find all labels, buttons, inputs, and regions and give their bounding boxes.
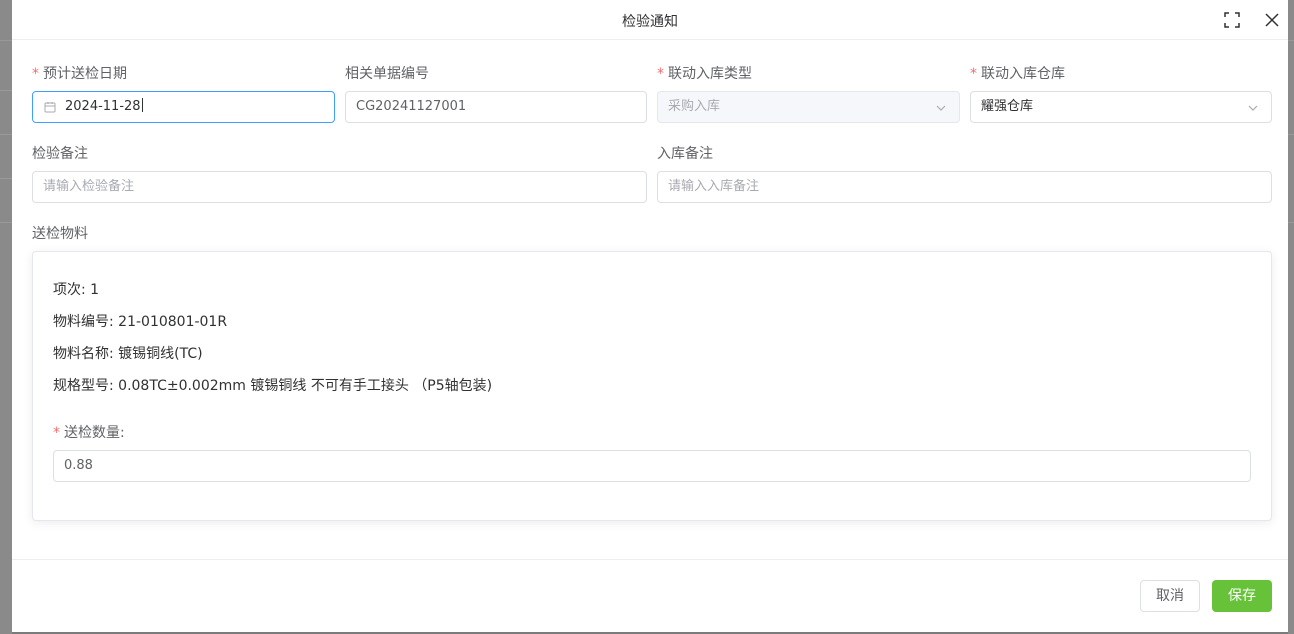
background-divider xyxy=(0,134,12,135)
inbound-warehouse-select[interactable]: 耀强仓库 xyxy=(970,91,1272,123)
related-doc-no-input[interactable]: CG20241127001 xyxy=(345,91,647,123)
cancel-button[interactable]: 取消 xyxy=(1140,580,1200,612)
required-mark: * xyxy=(32,66,39,82)
close-icon[interactable] xyxy=(1263,11,1281,29)
dialog-header: 检验通知 xyxy=(12,0,1288,40)
material-name: 物料名称: 镀锡铜线(TC) xyxy=(53,346,203,362)
background-divider xyxy=(1288,134,1294,135)
material-card: 项次: 1 物料编号: 21-010801-01R 物料名称: 镀锡铜线(TC)… xyxy=(32,251,1272,521)
inspection-remark-input[interactable]: 请输入检验备注 xyxy=(32,171,647,203)
inspection-notice-dialog: 检验通知 * 预计送检日期 2024-11-28 相关单据编号 CG2024112… xyxy=(12,0,1288,632)
background-divider xyxy=(0,40,12,41)
materials-section-label: 送检物料 xyxy=(32,226,88,242)
inbound-warehouse-value: 耀强仓库 xyxy=(981,99,1034,114)
inbound-type-select: 采购入库 xyxy=(657,91,960,123)
inbound-remark-label: 入库备注 xyxy=(657,146,713,162)
background-page-right xyxy=(1288,0,1294,634)
inbound-warehouse-label: * 联动入库仓库 xyxy=(970,66,1065,82)
required-mark: * xyxy=(970,66,977,82)
inspection-qty-label: * 送检数量: xyxy=(53,425,125,441)
dialog-title: 检验通知 xyxy=(622,14,678,30)
background-divider xyxy=(1288,222,1294,223)
inbound-type-value: 采购入库 xyxy=(668,99,721,114)
inspection-remark-placeholder: 请输入检验备注 xyxy=(43,179,135,194)
footer-divider xyxy=(12,559,1288,560)
text-caret xyxy=(141,98,143,112)
chevron-down-icon xyxy=(1247,102,1259,114)
required-mark: * xyxy=(657,66,664,82)
inbound-type-label: * 联动入库类型 xyxy=(657,66,752,82)
inspection-qty-input[interactable]: 0.88 xyxy=(53,450,1251,482)
expected-date-label: * 预计送检日期 xyxy=(32,66,127,82)
background-divider xyxy=(1288,40,1294,41)
chevron-down-icon xyxy=(935,102,947,114)
material-index: 项次: 1 xyxy=(53,282,100,298)
expected-date-value: 2024-11-28 xyxy=(65,99,141,114)
required-mark: * xyxy=(53,425,60,441)
inspection-qty-value: 0.88 xyxy=(64,458,93,473)
fullscreen-icon[interactable] xyxy=(1223,11,1241,29)
background-divider xyxy=(0,178,12,179)
inspection-remark-label: 检验备注 xyxy=(32,146,88,162)
related-doc-no-label: 相关单据编号 xyxy=(345,66,429,82)
material-spec: 规格型号: 0.08TC±0.002mm 镀锡铜线 不可有手工接头 （P5轴包装… xyxy=(53,378,493,394)
inbound-remark-placeholder: 请输入入库备注 xyxy=(668,179,760,194)
background-divider xyxy=(0,90,12,91)
save-button[interactable]: 保存 xyxy=(1212,580,1272,612)
related-doc-no-value: CG20241127001 xyxy=(356,99,467,114)
background-divider xyxy=(0,222,12,223)
inbound-remark-input[interactable]: 请输入入库备注 xyxy=(657,171,1272,203)
calendar-icon xyxy=(44,101,56,113)
background-page-left xyxy=(0,0,12,634)
material-code: 物料编号: 21-010801-01R xyxy=(53,314,228,330)
expected-date-input[interactable]: 2024-11-28 xyxy=(32,91,335,123)
